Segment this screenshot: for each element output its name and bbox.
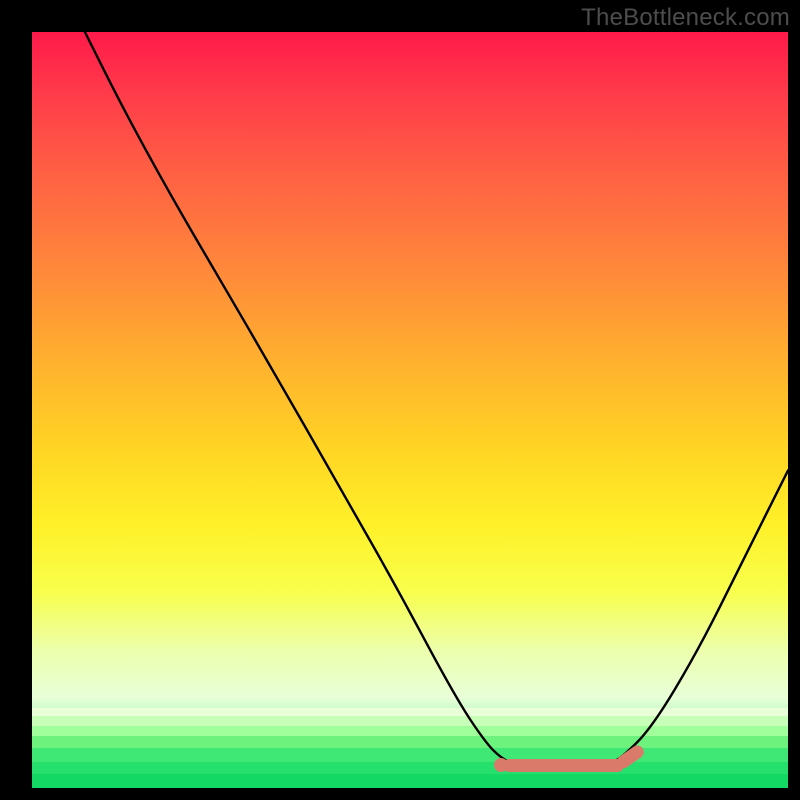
watermark-text: TheBottleneck.com	[581, 4, 790, 32]
plot-area	[32, 32, 788, 788]
optimal-flat-bar	[503, 759, 624, 772]
chart-frame: TheBottleneck.com	[0, 0, 800, 800]
bottleneck-curve	[32, 32, 788, 788]
